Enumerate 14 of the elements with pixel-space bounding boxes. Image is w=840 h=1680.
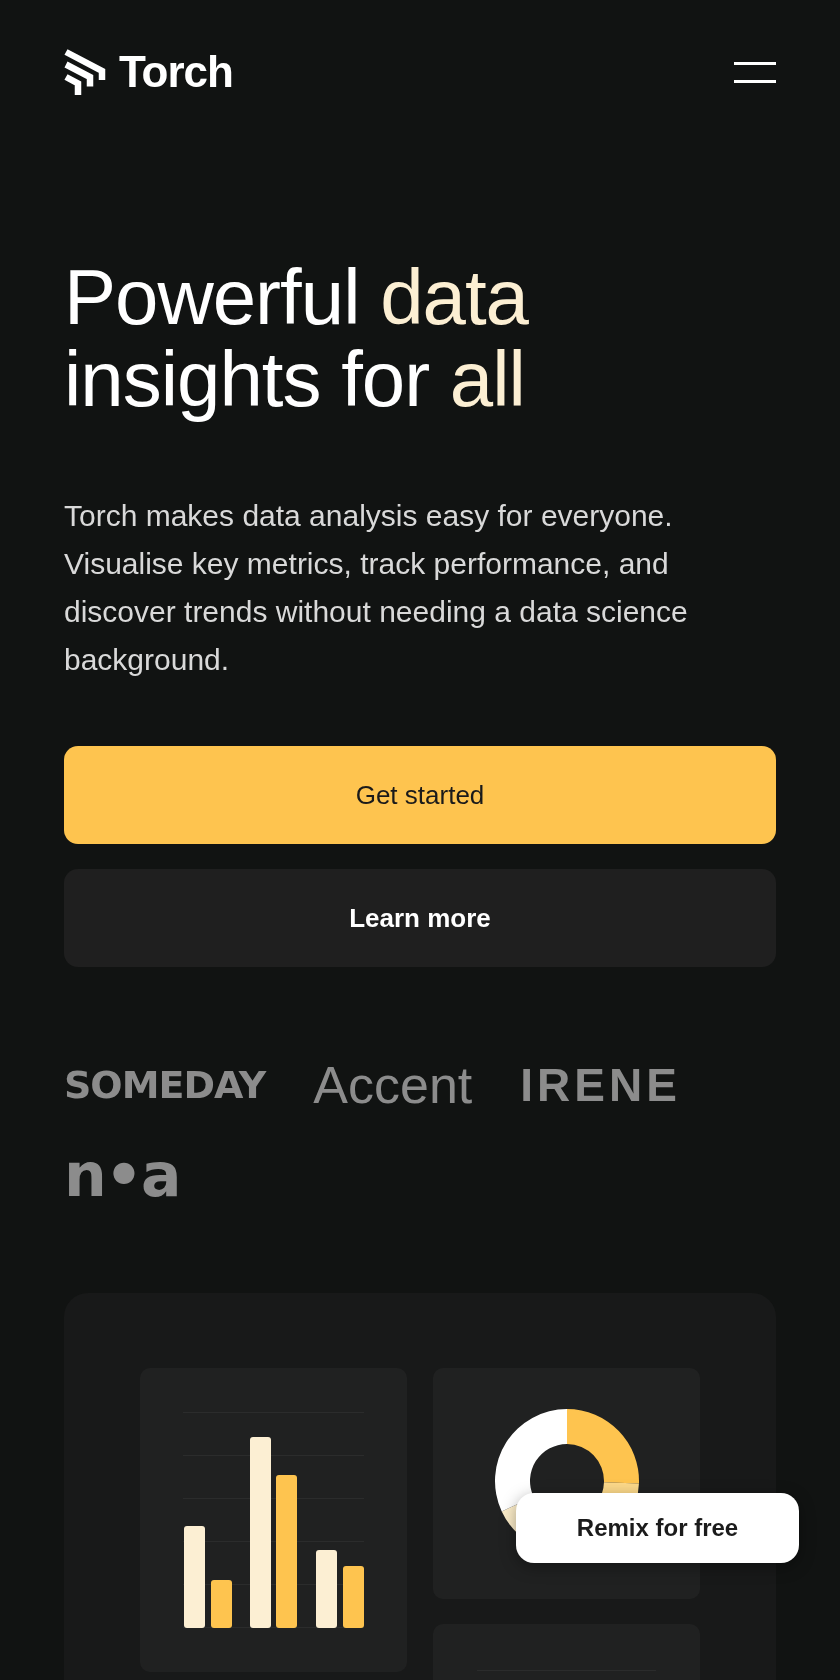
client-logo: IRENE: [520, 1058, 681, 1112]
brand-name: Torch: [119, 46, 233, 98]
logo-icon: [64, 48, 106, 96]
chart-bar: [211, 1580, 232, 1628]
client-logo: n•a: [64, 1145, 180, 1205]
menu-icon: [734, 61, 776, 83]
chart-bar: [343, 1566, 364, 1628]
client-logo: Accent: [313, 1055, 473, 1115]
learn-more-button[interactable]: Learn more: [64, 869, 776, 967]
get-started-button[interactable]: Get started: [64, 746, 776, 844]
client-logo: SOMEDAY: [64, 1063, 266, 1107]
headline: Powerful data insights for all: [64, 256, 530, 420]
hero-description: Torch makes data analysis easy for everyone. Visualise key metrics, track performance, and discover trends without needing a data science background.: [64, 498, 689, 678]
menu-button[interactable]: [734, 61, 776, 83]
